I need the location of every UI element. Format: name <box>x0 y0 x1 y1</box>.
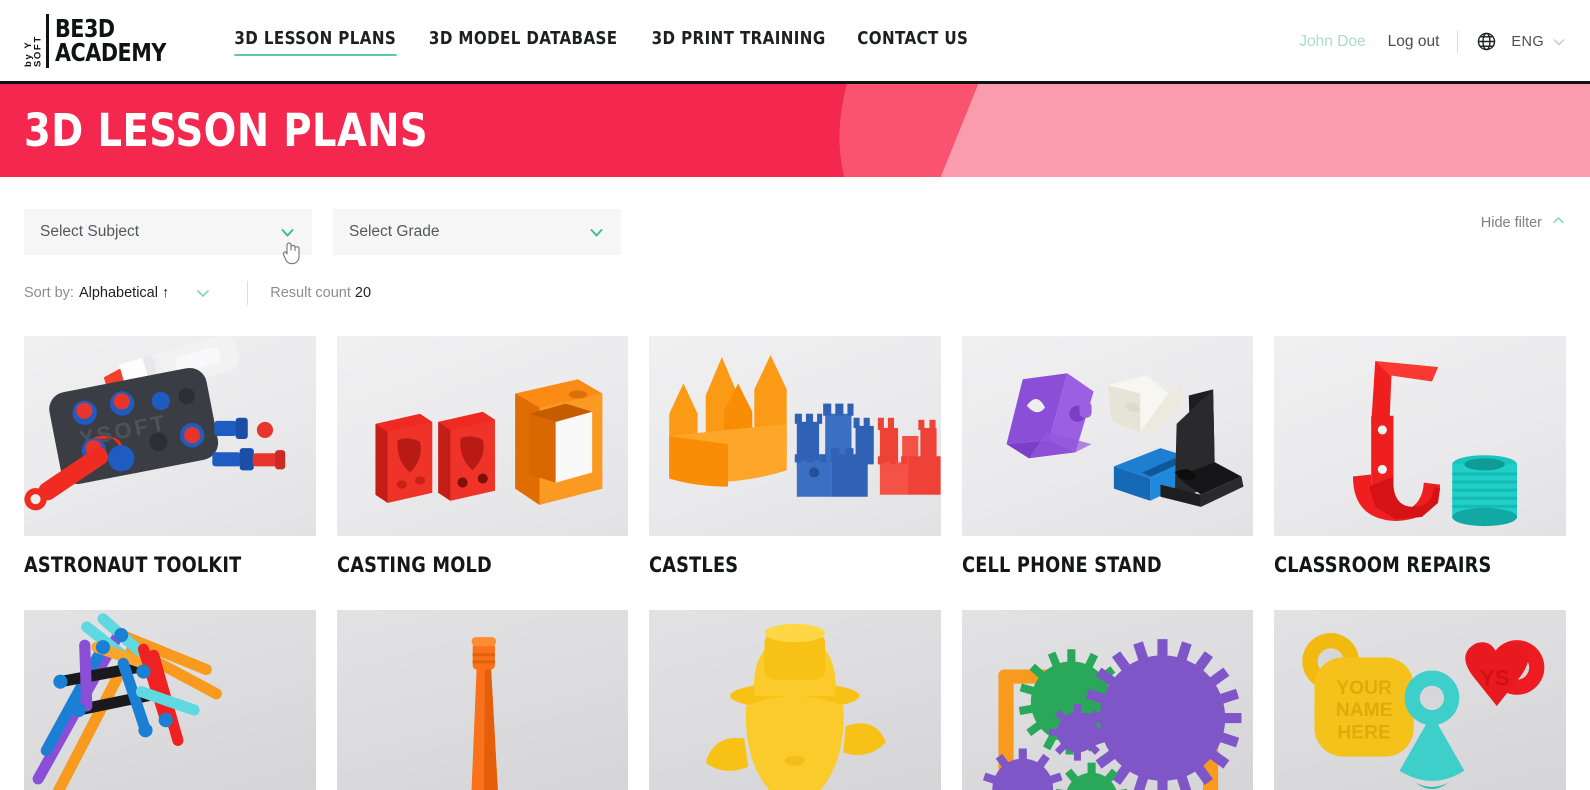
logo-wordmark: BE3D ACADEMY <box>55 16 176 67</box>
hide-filter-label: Hide filter <box>1480 214 1542 231</box>
chevron-down-icon[interactable] <box>279 224 296 241</box>
select-grade-dropdown[interactable]: Select Grade <box>333 209 621 255</box>
keychain-text-line-1: YOUR <box>1337 678 1393 699</box>
lesson-card-title: ASTRONAUT TOOLKIT <box>24 553 242 577</box>
lesson-card[interactable]: CLASSROOM REPAIRS <box>1274 336 1566 577</box>
lesson-plan-grid-row-1: YSOFT ASTRONAUT TOOLKIT CASTING MOLD CAS… <box>24 336 1566 577</box>
logout-link[interactable]: Log out <box>1388 33 1440 51</box>
filter-bar: Select Subject Select Grade Hide filter <box>24 177 1566 255</box>
logo-divider-bar <box>46 13 49 68</box>
select-grade-label: Select Grade <box>349 223 440 240</box>
result-count: Result count 20 <box>270 285 371 301</box>
keychain-text-line-2: NAME <box>1336 700 1393 721</box>
keychain-text-line-3: HERE <box>1338 722 1392 743</box>
result-count-label: Result count <box>270 285 351 301</box>
lesson-plan-grid-row-2: YOUR NAME HERE YS <box>24 610 1566 790</box>
lesson-card-image-bridge-sticks <box>24 610 316 790</box>
lesson-card[interactable]: CASTING MOLD <box>336 336 629 577</box>
chevron-up-icon[interactable] <box>1551 213 1566 232</box>
lesson-card[interactable] <box>24 610 316 790</box>
header-user-area: John Doe Log out ENG <box>1299 29 1566 53</box>
lesson-card-image-cell-phone-stand <box>961 336 1254 536</box>
globe-icon[interactable] <box>1476 31 1497 52</box>
sort-value[interactable]: Alphabetical ↑ <box>79 285 169 301</box>
lesson-card-image-casting-mold <box>336 336 629 536</box>
lesson-card-image-keychains: YOUR NAME HERE YS <box>1274 610 1566 790</box>
header-divider <box>1457 30 1459 53</box>
lesson-card-image-castles <box>649 336 941 536</box>
sort-by-label: Sort by: <box>24 285 74 301</box>
user-name-link[interactable]: John Doe <box>1299 33 1365 51</box>
nav-item-3d-lesson-plans[interactable]: 3D LESSON PLANS <box>233 29 396 56</box>
lesson-card[interactable] <box>649 610 941 790</box>
logo[interactable]: by Y SOFT BE3D ACADEMY <box>23 12 176 70</box>
logo-vertical-text: by Y SOFT <box>23 34 44 67</box>
lesson-card-image-gears <box>961 610 1254 790</box>
lesson-card-image-orange-cone <box>336 610 629 790</box>
main-navigation: 3D LESSON PLANS 3D MODEL DATABASE 3D PRI… <box>231 0 971 81</box>
lesson-card[interactable]: YSOFT ASTRONAUT TOOLKIT <box>24 336 316 577</box>
chevron-down-icon[interactable] <box>195 285 211 301</box>
lesson-card[interactable]: CELL PHONE STAND <box>961 336 1254 577</box>
lesson-card-title: CLASSROOM REPAIRS <box>1274 553 1492 577</box>
select-subject-dropdown[interactable]: Select Subject <box>24 209 312 255</box>
hide-filter-toggle[interactable]: Hide filter <box>1481 213 1566 232</box>
lesson-card-image-astronaut-toolkit: YSOFT <box>24 336 316 536</box>
select-subject-label: Select Subject <box>40 223 140 240</box>
nav-item-3d-model-database[interactable]: 3D MODEL DATABASE <box>429 29 618 56</box>
logo-line-2: ACADEMY <box>55 37 166 67</box>
site-header: by Y SOFT BE3D ACADEMY 3D LESSON PLANS 3… <box>0 0 1590 84</box>
chevron-down-icon[interactable] <box>588 224 605 241</box>
lesson-card-image-classroom-repairs <box>1274 336 1566 536</box>
chevron-down-icon[interactable] <box>1552 35 1566 49</box>
nav-item-contact-us[interactable]: CONTACT US <box>857 29 968 56</box>
lesson-card-title: CASTLES <box>649 553 739 577</box>
keychain-text-heart: YS <box>1480 666 1510 691</box>
result-count-value: 20 <box>354 285 372 301</box>
lesson-card[interactable]: CASTLES <box>649 336 941 577</box>
lesson-card-image-yellow-figure <box>649 610 941 790</box>
nav-item-3d-print-training[interactable]: 3D PRINT TRAINING <box>651 29 825 56</box>
hero-banner: 3D LESSON PLANS <box>0 84 1590 177</box>
sort-bar: Sort by: Alphabetical ↑ Result count 20 <box>24 281 1566 305</box>
lesson-card[interactable]: YOUR NAME HERE YS <box>1274 610 1566 790</box>
sort-divider <box>247 281 249 305</box>
language-selector-label[interactable]: ENG <box>1511 34 1544 50</box>
lesson-card[interactable] <box>336 610 629 790</box>
page-title: 3D LESSON PLANS <box>24 104 429 157</box>
lesson-card-title: CASTING MOLD <box>336 553 492 577</box>
lesson-card-title: CELL PHONE STAND <box>961 553 1162 577</box>
lesson-card[interactable] <box>961 610 1254 790</box>
page-content: Select Subject Select Grade Hide filter <box>0 177 1590 790</box>
